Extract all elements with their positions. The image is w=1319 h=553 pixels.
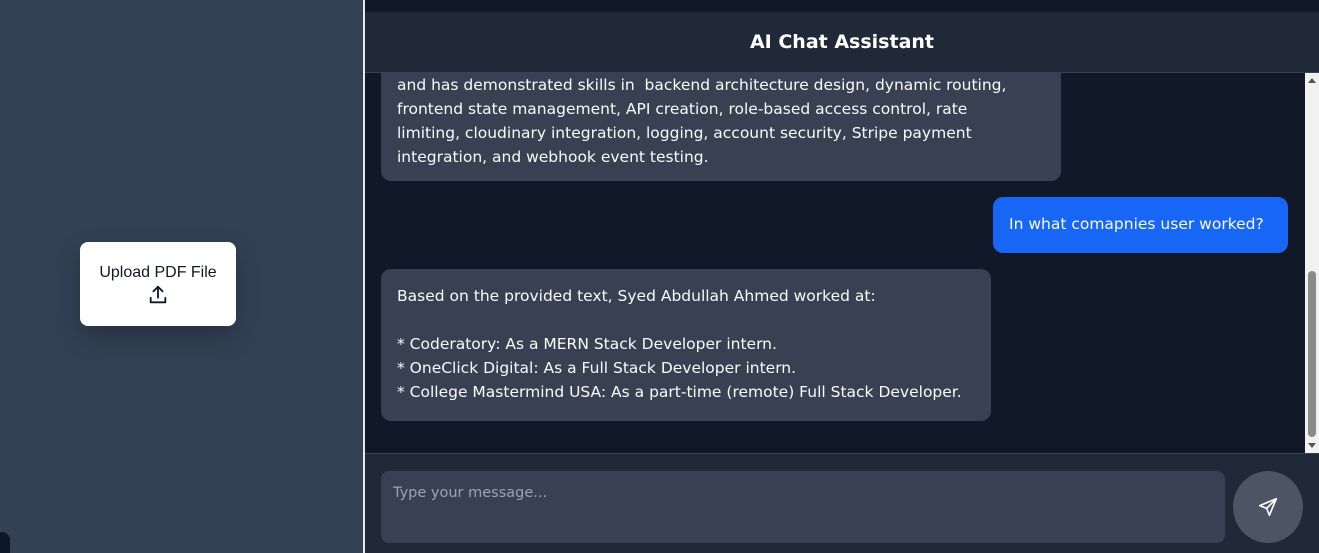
sidebar: Upload PDF File [0, 0, 363, 553]
assistant-message: and has demonstrated skills in backend a… [381, 73, 1061, 181]
send-button[interactable] [1233, 471, 1303, 543]
upload-icon [149, 285, 167, 304]
composer-bar [365, 453, 1319, 553]
message-input[interactable] [381, 471, 1225, 543]
corner-widget [0, 532, 10, 553]
message-scrollbar[interactable] [1305, 73, 1319, 453]
top-strip [365, 0, 1319, 12]
app-root: Upload PDF File AI Chat Assistant and ha… [0, 0, 1319, 553]
user-message: In what comapnies user worked? [993, 197, 1288, 253]
scroll-up-arrow-icon[interactable] [1308, 78, 1316, 83]
send-icon [1258, 497, 1278, 517]
scroll-down-arrow-icon[interactable] [1308, 443, 1316, 448]
message-list[interactable]: and has demonstrated skills in backend a… [365, 73, 1305, 453]
scroll-thumb[interactable] [1308, 271, 1316, 437]
chat-panel: AI Chat Assistant and has demonstrated s… [365, 0, 1319, 553]
upload-pdf-button[interactable]: Upload PDF File [80, 242, 236, 326]
upload-pdf-label: Upload PDF File [99, 264, 217, 281]
assistant-message: Based on the provided text, Syed Abdulla… [381, 269, 991, 421]
chat-header: AI Chat Assistant [365, 12, 1319, 73]
page-title: AI Chat Assistant [749, 31, 935, 53]
